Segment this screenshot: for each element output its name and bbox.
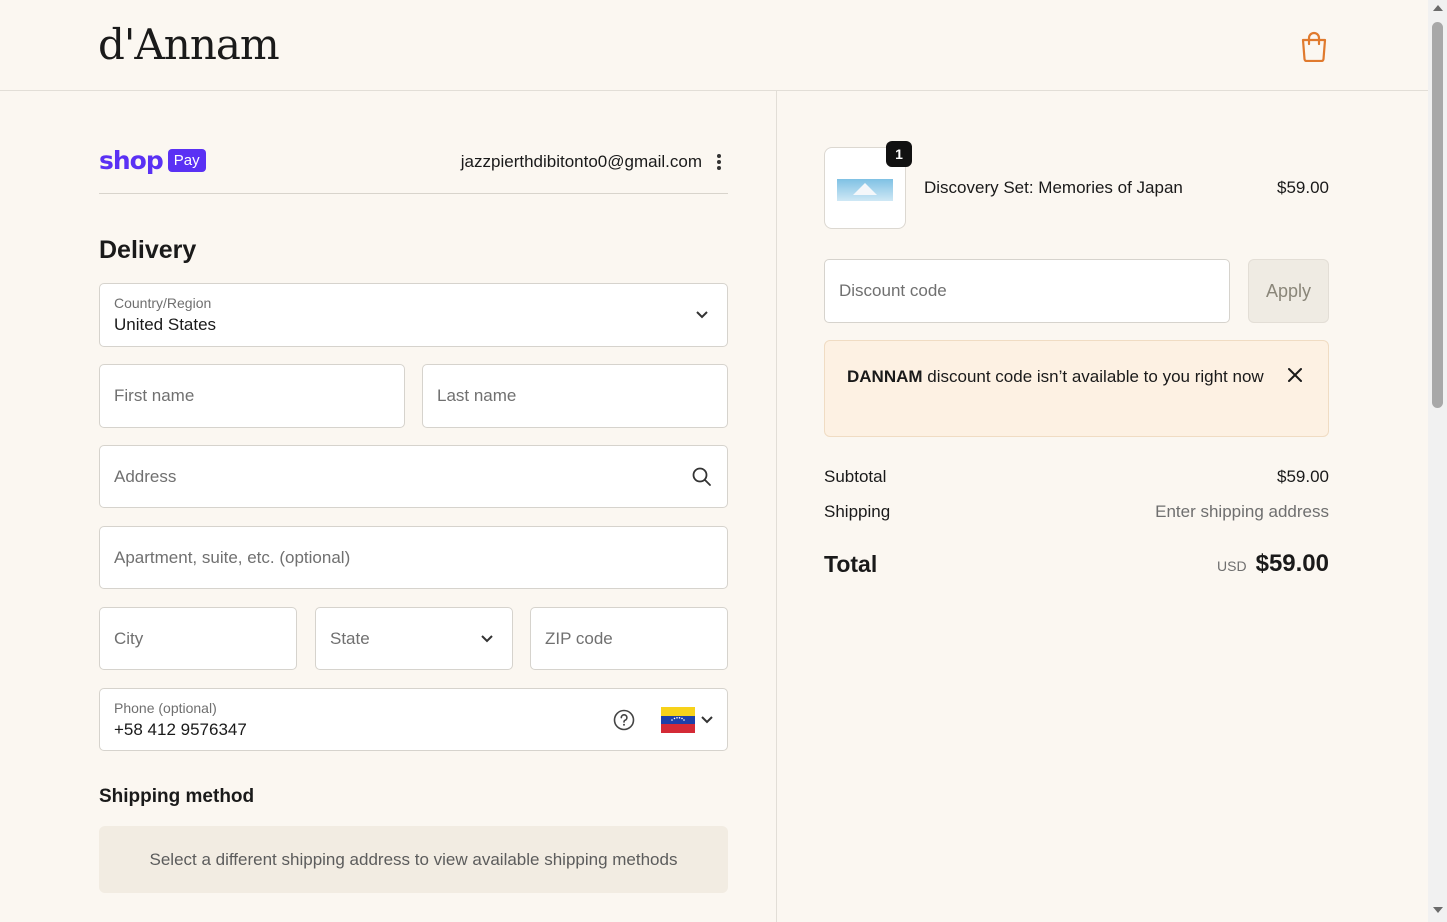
scrollbar[interactable] (1428, 0, 1447, 922)
close-icon[interactable] (1285, 365, 1305, 385)
account-email: jazzpierthdibitonto0@gmail.com (460, 152, 702, 171)
scroll-up-arrow-icon[interactable] (1433, 5, 1443, 11)
shipping-method-notice: Select a different shipping address to v… (99, 826, 728, 893)
search-icon (692, 467, 711, 486)
column-divider (776, 91, 777, 922)
discount-code-name: DANNAM (847, 367, 923, 386)
last-name-input[interactable]: Last name (422, 364, 728, 428)
product-image (837, 179, 893, 201)
shop-pay-logo: shop Pay (99, 146, 206, 175)
apartment-input[interactable]: Apartment, suite, etc. (optional) (99, 526, 728, 589)
address-placeholder: Address (114, 466, 177, 486)
address-input[interactable]: Address (99, 445, 728, 508)
total-label: Total (824, 551, 878, 577)
state-select[interactable]: State (315, 607, 513, 670)
zip-input[interactable]: ZIP code (530, 607, 728, 670)
shipping-value: Enter shipping address (1155, 502, 1329, 521)
state-placeholder: State (330, 628, 370, 648)
shipping-method-heading: Shipping method (99, 786, 255, 807)
shipping-method-message: Select a different shipping address to v… (149, 849, 678, 869)
site-header: d'Annam (0, 0, 1428, 91)
first-name-placeholder: First name (114, 386, 195, 405)
subtotal-value: $59.00 (1277, 467, 1329, 486)
last-name-placeholder: Last name (437, 386, 517, 405)
currency-code: USD (1217, 558, 1247, 574)
phone-input[interactable]: Phone (optional) +58 412 9576347 (99, 688, 728, 751)
product-price: $59.00 (1277, 178, 1329, 197)
subtotal-label: Subtotal (824, 467, 887, 486)
apply-discount-button[interactable]: Apply (1248, 259, 1329, 323)
scroll-down-arrow-icon[interactable] (1433, 907, 1443, 913)
discount-code-input[interactable]: Discount code (824, 259, 1230, 323)
total-amount-group: USD $59.00 (1217, 550, 1329, 578)
city-placeholder: City (114, 628, 144, 648)
discount-code-placeholder: Discount code (839, 281, 947, 300)
scrollbar-thumb[interactable] (1432, 22, 1443, 408)
total-amount: $59.00 (1255, 550, 1329, 577)
apartment-placeholder: Apartment, suite, etc. (optional) (114, 547, 351, 567)
phone-label: Phone (optional) (114, 700, 217, 716)
shopping-bag-icon[interactable] (1299, 30, 1329, 62)
chevron-down-icon (481, 635, 493, 643)
product-name: Discovery Set: Memories of Japan (924, 178, 1183, 197)
shipping-label: Shipping (824, 502, 891, 521)
city-input[interactable]: City (99, 607, 297, 670)
account-menu-icon[interactable] (713, 152, 725, 172)
store-logo[interactable]: d'Annam (98, 20, 280, 69)
quantity-badge: 1 (886, 141, 912, 167)
first-name-input[interactable]: First name (99, 364, 405, 428)
country-value: United States (114, 315, 217, 334)
venezuela-flag-icon[interactable] (661, 707, 695, 733)
country-label: Country/Region (114, 295, 212, 311)
delivery-heading: Delivery (99, 236, 197, 264)
alert-message: discount code isn’t available to you rig… (922, 367, 1264, 386)
country-select[interactable]: Country/Region United States (99, 283, 728, 347)
chevron-down-icon[interactable] (700, 715, 714, 725)
chevron-down-icon (696, 311, 708, 319)
shop-pay-pill: Pay (167, 149, 206, 172)
divider (99, 193, 728, 194)
zip-placeholder: ZIP code (545, 628, 613, 648)
shop-pay-wordmark: shop (99, 146, 164, 175)
alert-text: DANNAM discount code isn’t available to … (847, 363, 1267, 390)
help-icon[interactable] (613, 709, 635, 731)
phone-value: +58 412 9576347 (114, 720, 247, 739)
discount-error-alert: DANNAM discount code isn’t available to … (824, 340, 1329, 437)
